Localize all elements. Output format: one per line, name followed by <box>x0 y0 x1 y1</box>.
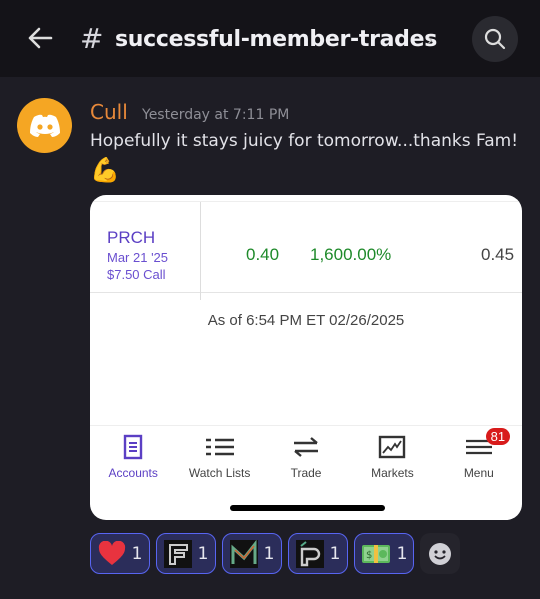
timestamp: Yesterday at 7:11 PM <box>142 107 290 123</box>
svg-text:$: $ <box>366 550 372 561</box>
tab-markets[interactable]: Markets <box>349 426 435 485</box>
tab-trade[interactable]: Trade <box>263 426 349 485</box>
swap-arrows-icon <box>294 437 319 457</box>
reaction-p-logo[interactable]: 1 <box>288 533 348 574</box>
position-row: PRCH Mar 21 '25 $7.50 Call 0.40 1,600.00… <box>90 201 522 300</box>
reaction-heart[interactable]: 1 <box>90 533 150 574</box>
smiley-icon <box>429 542 451 565</box>
notification-badge: 81 <box>485 428 511 445</box>
list-icon <box>205 438 234 456</box>
percent-change: 1,600.00% <box>310 245 392 264</box>
attachment-image[interactable]: PRCH Mar 21 '25 $7.50 Call 0.40 1,600.00… <box>90 195 522 520</box>
strike: $7.50 Call <box>107 267 166 282</box>
channel-name[interactable]: successful-member-trades <box>115 27 437 52</box>
tab-label: Watch Lists <box>188 466 251 480</box>
tab-label: Menu <box>463 466 494 480</box>
expiry: Mar 21 '25 <box>107 250 169 265</box>
document-icon <box>124 434 143 460</box>
bottom-tab-bar: Accounts Watch Lists Trade Markets Menu … <box>90 425 522 485</box>
channel-header: # successful-member-trades › <box>0 0 540 77</box>
p-logo-icon <box>295 539 324 568</box>
heart-icon <box>98 540 125 565</box>
tab-label: Trade <box>290 466 322 480</box>
back-button[interactable] <box>26 24 54 56</box>
price-value: 0.45 <box>481 245 515 264</box>
reaction-count: 1 <box>197 543 209 564</box>
search-icon <box>484 28 506 50</box>
add-reaction-button[interactable] <box>420 533 460 574</box>
reaction-count: 1 <box>396 543 408 564</box>
reaction-m-logo[interactable]: 1 <box>222 533 282 574</box>
reaction-count: 1 <box>329 543 341 564</box>
arrow-left-icon <box>28 27 53 49</box>
symbol: PRCH <box>107 228 156 247</box>
tab-label: Markets <box>371 466 414 480</box>
as-of-timestamp: As of 6:54 PM ET 02/26/2025 <box>207 312 405 329</box>
f-logo-icon <box>163 539 192 568</box>
flexed-biceps-emoji: 💪 <box>90 156 120 184</box>
channel-hash-icon: # <box>80 22 104 55</box>
reaction-money[interactable]: $1 <box>354 533 414 574</box>
avatar[interactable] <box>17 98 72 153</box>
divider <box>200 202 201 300</box>
chart-icon <box>379 435 406 459</box>
username[interactable]: Cull <box>90 100 128 124</box>
home-indicator <box>230 505 385 511</box>
tab-watch-lists[interactable]: Watch Lists <box>176 426 262 485</box>
reaction-count: 1 <box>131 543 143 564</box>
m-logo-icon <box>229 539 258 568</box>
tab-accounts[interactable]: Accounts <box>90 426 176 485</box>
message-text: Hopefully it stays juicy for tomorrow...… <box>90 131 519 151</box>
reactions-bar: 1 1 1 1 $1 <box>90 533 460 574</box>
dollar-banknote-icon: $ <box>361 544 390 563</box>
discord-logo-icon <box>29 114 60 137</box>
tab-menu[interactable]: Menu 81 <box>436 426 522 485</box>
price-change: 0.40 <box>246 245 280 264</box>
tab-label: Accounts <box>108 466 158 480</box>
reaction-f-logo[interactable]: 1 <box>156 533 216 574</box>
reaction-count: 1 <box>263 543 275 564</box>
chevron-right-icon[interactable]: › <box>427 30 433 49</box>
search-button[interactable] <box>472 16 518 62</box>
